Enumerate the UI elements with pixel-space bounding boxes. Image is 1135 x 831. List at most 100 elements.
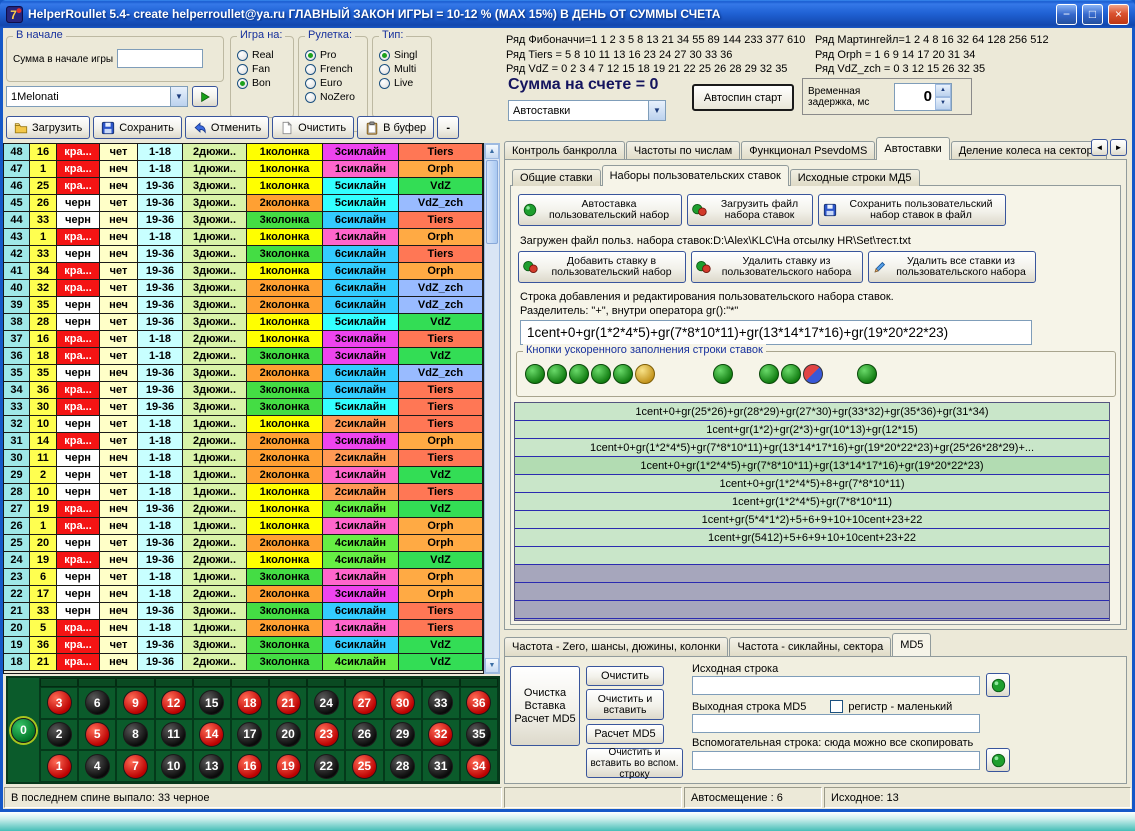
board-number-22[interactable]: 22	[314, 754, 339, 779]
board-number-36[interactable]: 36	[466, 690, 491, 715]
table-row[interactable]: 205кра...неч1-181дюжи..2колонка1сиклайнT…	[4, 620, 483, 637]
table-row[interactable]: 2810чернчет1-181дюжи..1колонка2сиклайнTi…	[4, 484, 483, 501]
play-button[interactable]	[192, 86, 218, 107]
table-row[interactable]: 2520чернчет19-362дюжи..2колонка4сиклайнO…	[4, 535, 483, 552]
main-tab-0[interactable]: Контроль банкролла	[504, 141, 625, 160]
table-row[interactable]: 4526чернчет19-363дюжи..2колонка5сиклайнV…	[4, 195, 483, 212]
spin-down-icon[interactable]: ▼	[935, 97, 951, 110]
toolbar-button[interactable]: Сохранить	[93, 116, 182, 139]
md5-clear-paste-aux-button[interactable]: Очистить и вставить во вспом. строку	[586, 748, 683, 778]
scroll-up-icon[interactable]: ▲	[485, 144, 499, 159]
set-button[interactable]: Удалить ставку из пользовательского набо…	[691, 251, 863, 283]
table-row[interactable]: 3535черннеч19-363дюжи..2колонка6сиклайнV…	[4, 365, 483, 382]
md5-clear-paste-calc-button[interactable]: Очистка Вставка Расчет MD5	[510, 666, 580, 746]
quick-chip-icon-10[interactable]	[803, 364, 823, 384]
inner-tab-2[interactable]: Исходные строки МД5	[790, 169, 920, 186]
board-number-16[interactable]: 16	[237, 754, 262, 779]
table-row[interactable]: 2419кра...неч19-362дюжи..1колонка4сиклай…	[4, 552, 483, 569]
set-button[interactable]: Сохранить пользовательский набор ставок …	[818, 194, 1006, 226]
set-button[interactable]: Удалить все ставки из пользовательского …	[868, 251, 1036, 283]
radio-Euro[interactable]: Euro	[305, 77, 364, 89]
radio-Pro[interactable]: Pro	[305, 49, 364, 61]
inner-tab-1[interactable]: Наборы пользовательских ставок	[602, 165, 789, 186]
bet-string-row[interactable]: 1cent+gr(5*4*1*2)+5+6+9+10+10cent+23+22	[515, 511, 1109, 529]
board-number-17[interactable]: 17	[237, 722, 262, 747]
radio-Singl[interactable]: Singl	[379, 49, 428, 61]
chevron-down-icon[interactable]: ▼	[648, 101, 665, 120]
board-number-2[interactable]: 2	[47, 722, 72, 747]
tabs-right-icon[interactable]: ►	[1110, 139, 1127, 156]
table-row[interactable]: 4816кра...чет1-182дюжи..1колонка3сиклайн…	[4, 144, 483, 161]
board-number-5[interactable]: 5	[85, 722, 110, 747]
table-row[interactable]: 1821кра...неч19-362дюжи..3колонка4сиклай…	[4, 654, 483, 671]
collapse-button[interactable]: -	[437, 116, 459, 139]
set-button[interactable]: Загрузить файл набора ставок	[687, 194, 813, 226]
spin-up-icon[interactable]: ▲	[935, 84, 951, 97]
bottom-tab-1[interactable]: Частота - сиклайны, сектора	[729, 637, 891, 656]
bottom-tab-0[interactable]: Частота - Zero, шансы, дюжины, колонки	[504, 637, 728, 656]
bet-string-row[interactable]: 1cent+0+gr(1*2*4*5)+8+gr(7*8*10*11)	[515, 475, 1109, 493]
board-number-27[interactable]: 27	[352, 690, 377, 715]
table-row[interactable]: 3935черннеч19-363дюжи..2колонка6сиклайнV…	[4, 297, 483, 314]
bet-string-row[interactable]: 1cent+0+gr(1*2*4*5)+gr(7*8*10*11)+gr(13*…	[515, 457, 1109, 475]
table-scrollbar[interactable]: ▲ ▼	[484, 143, 500, 674]
table-row[interactable]: 3330кра...чет19-363дюжи..3колонка5сиклай…	[4, 399, 483, 416]
board-zero[interactable]: 0	[8, 678, 40, 782]
bet-string-row[interactable]: 1cent+gr(5412)+5+6+9+10+10cent+23+22	[515, 529, 1109, 547]
quick-chip-icon-11[interactable]	[857, 364, 877, 384]
table-row[interactable]: 236чернчет1-181дюжи..3колонка1сиклайнOrp…	[4, 569, 483, 586]
scroll-down-icon[interactable]: ▼	[485, 658, 499, 673]
radio-NoZero[interactable]: NoZero	[305, 91, 364, 103]
radio-Fan[interactable]: Fan	[237, 63, 290, 75]
board-number-14[interactable]: 14	[199, 722, 224, 747]
board-number-8[interactable]: 8	[123, 722, 148, 747]
board-number-6[interactable]: 6	[85, 690, 110, 715]
preset-combo[interactable]: 1Melonati ▼	[6, 86, 188, 107]
quick-chip-icon-7[interactable]	[713, 364, 733, 384]
board-number-20[interactable]: 20	[276, 722, 301, 747]
board-number-3[interactable]: 3	[47, 690, 72, 715]
board-number-15[interactable]: 15	[199, 690, 224, 715]
md5-output-input[interactable]	[692, 714, 980, 733]
table-row[interactable]: 471кра...неч1-181дюжи..1колонка1сиклайнO…	[4, 161, 483, 178]
table-row[interactable]: 261кра...неч1-181дюжи..1колонка1сиклайнO…	[4, 518, 483, 535]
board-number-35[interactable]: 35	[466, 722, 491, 747]
autospin-start-button[interactable]: Автоспин старт	[692, 84, 794, 111]
board-number-28[interactable]: 28	[390, 754, 415, 779]
board-number-18[interactable]: 18	[237, 690, 262, 715]
bet-string-row[interactable]: 1cent+gr(1*2)+gr(2*3)+gr(10*13)+gr(12*15…	[515, 421, 1109, 439]
radio-French[interactable]: French	[305, 63, 364, 75]
md5-copy-aux-button[interactable]	[986, 748, 1010, 772]
toolbar-button[interactable]: Загрузить	[6, 116, 90, 139]
board-number-32[interactable]: 32	[428, 722, 453, 747]
board-number-9[interactable]: 9	[123, 690, 148, 715]
md5-source-input[interactable]	[692, 676, 980, 695]
table-row[interactable]: 3210чернчет1-181дюжи..1колонка2сиклайнTi…	[4, 416, 483, 433]
board-number-0[interactable]: 0	[11, 718, 36, 743]
minimize-button[interactable]: −	[1056, 4, 1077, 25]
quick-chip-icon-9[interactable]	[781, 364, 801, 384]
radio-Bon[interactable]: Bon	[237, 77, 290, 89]
table-row[interactable]: 4625кра...неч19-363дюжи..1колонка5сиклай…	[4, 178, 483, 195]
table-row[interactable]: 3828чернчет19-363дюжи..1колонка5сиклайнV…	[4, 314, 483, 331]
board-number-7[interactable]: 7	[123, 754, 148, 779]
radio-Multi[interactable]: Multi	[379, 63, 428, 75]
table-row[interactable]: 3618кра...чет1-182дюжи..3колонка3сиклайн…	[4, 348, 483, 365]
quick-chip-icon-5[interactable]	[613, 364, 633, 384]
maximize-button[interactable]: □	[1082, 4, 1103, 25]
table-row[interactable]: 4433черннеч19-363дюжи..3колонка6сиклайнT…	[4, 212, 483, 229]
board-number-29[interactable]: 29	[390, 722, 415, 747]
chevron-down-icon[interactable]: ▼	[170, 87, 187, 106]
close-button[interactable]: ×	[1108, 4, 1129, 25]
radio-Real[interactable]: Real	[237, 49, 290, 61]
radio-Live[interactable]: Live	[379, 77, 428, 89]
scroll-thumb[interactable]	[486, 160, 498, 244]
autobets-combo[interactable]: Автоставки ▼	[508, 100, 666, 121]
table-row[interactable]: 3716кра...чет1-182дюжи..1колонка3сиклайн…	[4, 331, 483, 348]
main-tab-4[interactable]: Деление колеса на сектора	[951, 141, 1107, 160]
quick-chip-icon-4[interactable]	[591, 364, 611, 384]
toolbar-button[interactable]: Отменить	[185, 116, 269, 139]
table-row[interactable]: 431кра...неч1-181дюжи..1колонка1сиклайнO…	[4, 229, 483, 246]
quick-chip-icon-6[interactable]	[635, 364, 655, 384]
table-row[interactable]: 2217черннеч1-182дюжи..2колонка3сиклайнOr…	[4, 586, 483, 603]
